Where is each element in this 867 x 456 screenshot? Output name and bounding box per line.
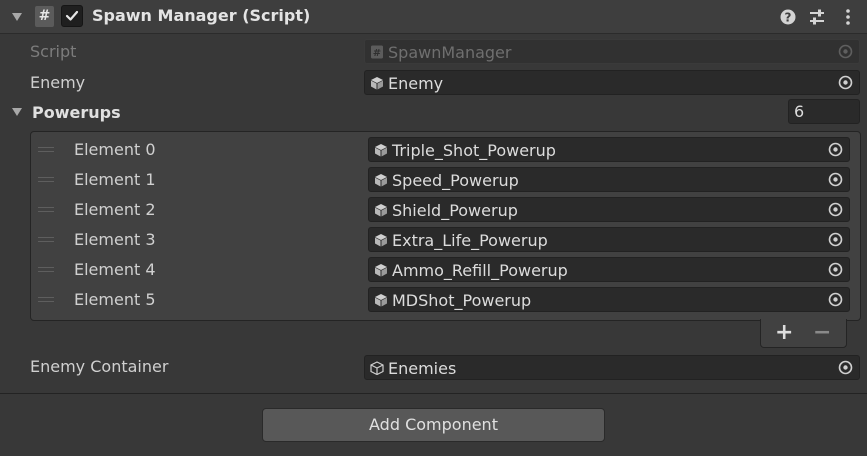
- script-value: SpawnManager: [388, 43, 512, 62]
- svg-text:?: ?: [785, 11, 792, 25]
- script-file-icon: #: [371, 45, 383, 59]
- drag-handle-icon[interactable]: [38, 297, 54, 302]
- add-element-button[interactable]: +: [775, 320, 793, 345]
- element-field[interactable]: Speed_Powerup: [368, 167, 850, 192]
- element-label: Element 1: [74, 170, 156, 189]
- drag-handle-icon[interactable]: [38, 237, 54, 242]
- script-label: Script: [30, 42, 77, 61]
- prefab-cube-icon: [375, 264, 387, 277]
- element-field[interactable]: Extra_Life_Powerup: [368, 227, 850, 252]
- checkmark-icon: [65, 10, 79, 21]
- object-picker-icon[interactable]: [827, 231, 844, 248]
- prefab-cube-icon: [375, 234, 387, 247]
- add-component-button[interactable]: Add Component: [262, 408, 605, 442]
- settings-sliders-icon[interactable]: [807, 7, 827, 27]
- element-field[interactable]: Shield_Powerup: [368, 197, 850, 222]
- prefab-cube-icon: [375, 174, 387, 187]
- object-picker-icon[interactable]: [827, 141, 844, 158]
- object-picker-icon: [838, 44, 853, 59]
- drag-handle-icon[interactable]: [38, 267, 54, 272]
- list-footer: + −: [760, 319, 847, 348]
- svg-text:#: #: [373, 48, 381, 59]
- element-value: MDShot_Powerup: [392, 291, 532, 310]
- object-picker-icon[interactable]: [827, 171, 844, 188]
- element-label: Element 3: [74, 230, 156, 249]
- script-icon: #: [35, 6, 54, 27]
- enemy-container-value: Enemies: [388, 359, 457, 378]
- element-label: Element 2: [74, 200, 156, 219]
- object-picker-icon[interactable]: [827, 201, 844, 218]
- element-value: Speed_Powerup: [392, 171, 519, 190]
- enemy-container-label: Enemy Container: [30, 357, 169, 376]
- gameobject-icon: [370, 361, 384, 375]
- element-label: Element 4: [74, 260, 156, 279]
- component-enabled-checkbox[interactable]: [61, 5, 83, 27]
- element-value: Shield_Powerup: [392, 201, 518, 220]
- enemy-field[interactable]: Enemy: [364, 70, 860, 95]
- prefab-cube-icon: [375, 144, 387, 157]
- foldout-arrow-icon[interactable]: [12, 13, 22, 21]
- drag-handle-icon[interactable]: [38, 147, 54, 152]
- element-field[interactable]: Triple_Shot_Powerup: [368, 137, 850, 162]
- enemy-label: Enemy: [30, 73, 86, 92]
- element-field[interactable]: Ammo_Refill_Powerup: [368, 257, 850, 282]
- object-picker-icon[interactable]: [827, 261, 844, 278]
- prefab-cube-icon: [375, 204, 387, 217]
- enemy-container-field[interactable]: Enemies: [364, 355, 860, 380]
- object-picker-icon[interactable]: [837, 74, 854, 91]
- powerups-foldout-icon[interactable]: [12, 108, 22, 116]
- object-picker-icon[interactable]: [837, 359, 854, 376]
- drag-handle-icon[interactable]: [38, 177, 54, 182]
- component-title: Spawn Manager (Script): [92, 6, 311, 25]
- object-picker-icon[interactable]: [827, 291, 844, 308]
- drag-handle-icon[interactable]: [38, 207, 54, 212]
- powerups-label[interactable]: Powerups: [32, 103, 121, 122]
- element-label: Element 0: [74, 140, 156, 159]
- element-field[interactable]: MDShot_Powerup: [368, 287, 850, 312]
- prefab-cube-icon: [375, 294, 387, 307]
- powerups-size-input[interactable]: 6: [788, 99, 860, 124]
- element-value: Ammo_Refill_Powerup: [392, 261, 568, 280]
- prefab-cube-icon: [371, 77, 383, 90]
- help-icon[interactable]: ?: [778, 7, 798, 27]
- separator: [0, 393, 867, 394]
- script-field: # SpawnManager: [364, 39, 860, 64]
- element-label: Element 5: [74, 290, 156, 309]
- more-vert-icon[interactable]: [838, 7, 858, 27]
- remove-element-button[interactable]: −: [813, 320, 831, 345]
- element-value: Triple_Shot_Powerup: [392, 141, 556, 160]
- enemy-value: Enemy: [388, 74, 444, 93]
- component-header: # Spawn Manager (Script) ?: [0, 0, 867, 34]
- element-value: Extra_Life_Powerup: [392, 231, 548, 250]
